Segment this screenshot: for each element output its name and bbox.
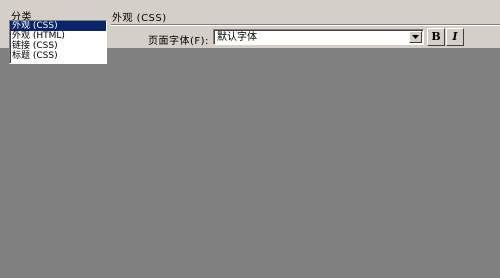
- dropdown-button[interactable]: [409, 31, 422, 43]
- category-item-links-css[interactable]: 链接 (CSS): [10, 41, 106, 51]
- italic-button[interactable]: I: [446, 28, 464, 46]
- category-item-appearance-html[interactable]: 外观 (HTML): [10, 31, 106, 41]
- bold-button[interactable]: B: [427, 28, 445, 46]
- category-item-appearance-css[interactable]: 外观 (CSS): [10, 21, 106, 31]
- gray-overlay: [0, 48, 500, 278]
- chevron-down-icon: [412, 35, 419, 39]
- category-list[interactable]: 外观 (CSS) 外观 (HTML) 链接 (CSS) 标题 (CSS): [9, 20, 107, 64]
- section-title: 外观 (CSS): [112, 13, 167, 24]
- category-item-headings-css[interactable]: 标题 (CSS): [10, 51, 106, 61]
- section-divider: [111, 24, 500, 26]
- page-font-label: 页面字体(F):: [148, 36, 209, 47]
- page-font-select[interactable]: 默认字体: [213, 29, 424, 45]
- page-font-value: 默认字体: [217, 32, 257, 43]
